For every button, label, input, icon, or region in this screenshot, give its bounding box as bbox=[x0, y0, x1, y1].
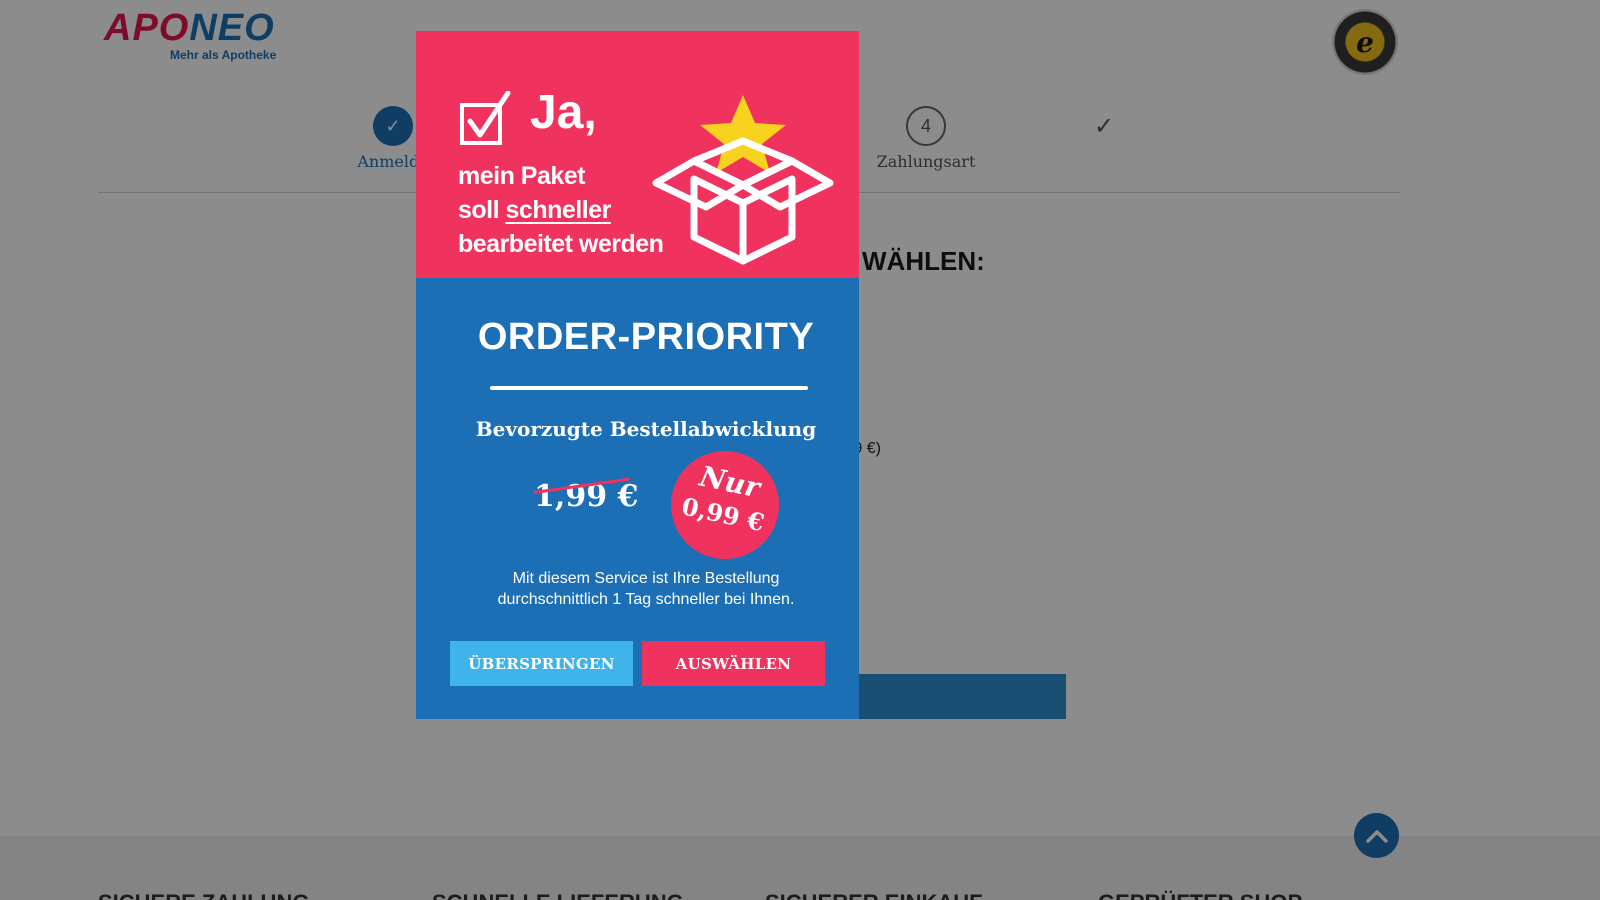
ja-heading: Ja, bbox=[530, 86, 597, 139]
title-divider bbox=[490, 386, 808, 390]
service-info: Mit diesem Service ist Ihre Bestellung d… bbox=[416, 568, 859, 610]
modal-subtitle: Bevorzugte Bestellabwicklung bbox=[475, 417, 817, 441]
skip-button[interactable]: ÜBERSPRINGEN bbox=[450, 641, 633, 686]
open-box-icon bbox=[652, 95, 834, 265]
modal-header: Ja, mein Paket soll schneller bearbeitet… bbox=[416, 31, 859, 278]
select-button[interactable]: AUSWÄHLEN bbox=[642, 641, 825, 686]
star-icon bbox=[700, 95, 786, 173]
modal-title: ORDER-PRIORITY bbox=[477, 316, 815, 358]
claim-line: bearbeitet werden bbox=[458, 230, 664, 258]
price-badge: Nur 0,99 € bbox=[660, 440, 790, 570]
order-priority-modal: Ja, mein Paket soll schneller bearbeitet… bbox=[416, 31, 859, 719]
info-line: Mit diesem Service ist Ihre Bestellung bbox=[512, 570, 780, 587]
claim-prefix: soll bbox=[458, 196, 506, 224]
checkbox-check-icon bbox=[460, 91, 511, 145]
claim-line: soll schneller bbox=[458, 193, 663, 227]
claim-emphasis: schneller bbox=[505, 196, 612, 224]
info-line: durchschnittlich 1 Tag schneller bei Ihn… bbox=[497, 591, 795, 608]
claim-text: mein Paket soll schneller bearbeitet wer… bbox=[458, 159, 664, 261]
claim-line: mein Paket bbox=[458, 162, 586, 190]
